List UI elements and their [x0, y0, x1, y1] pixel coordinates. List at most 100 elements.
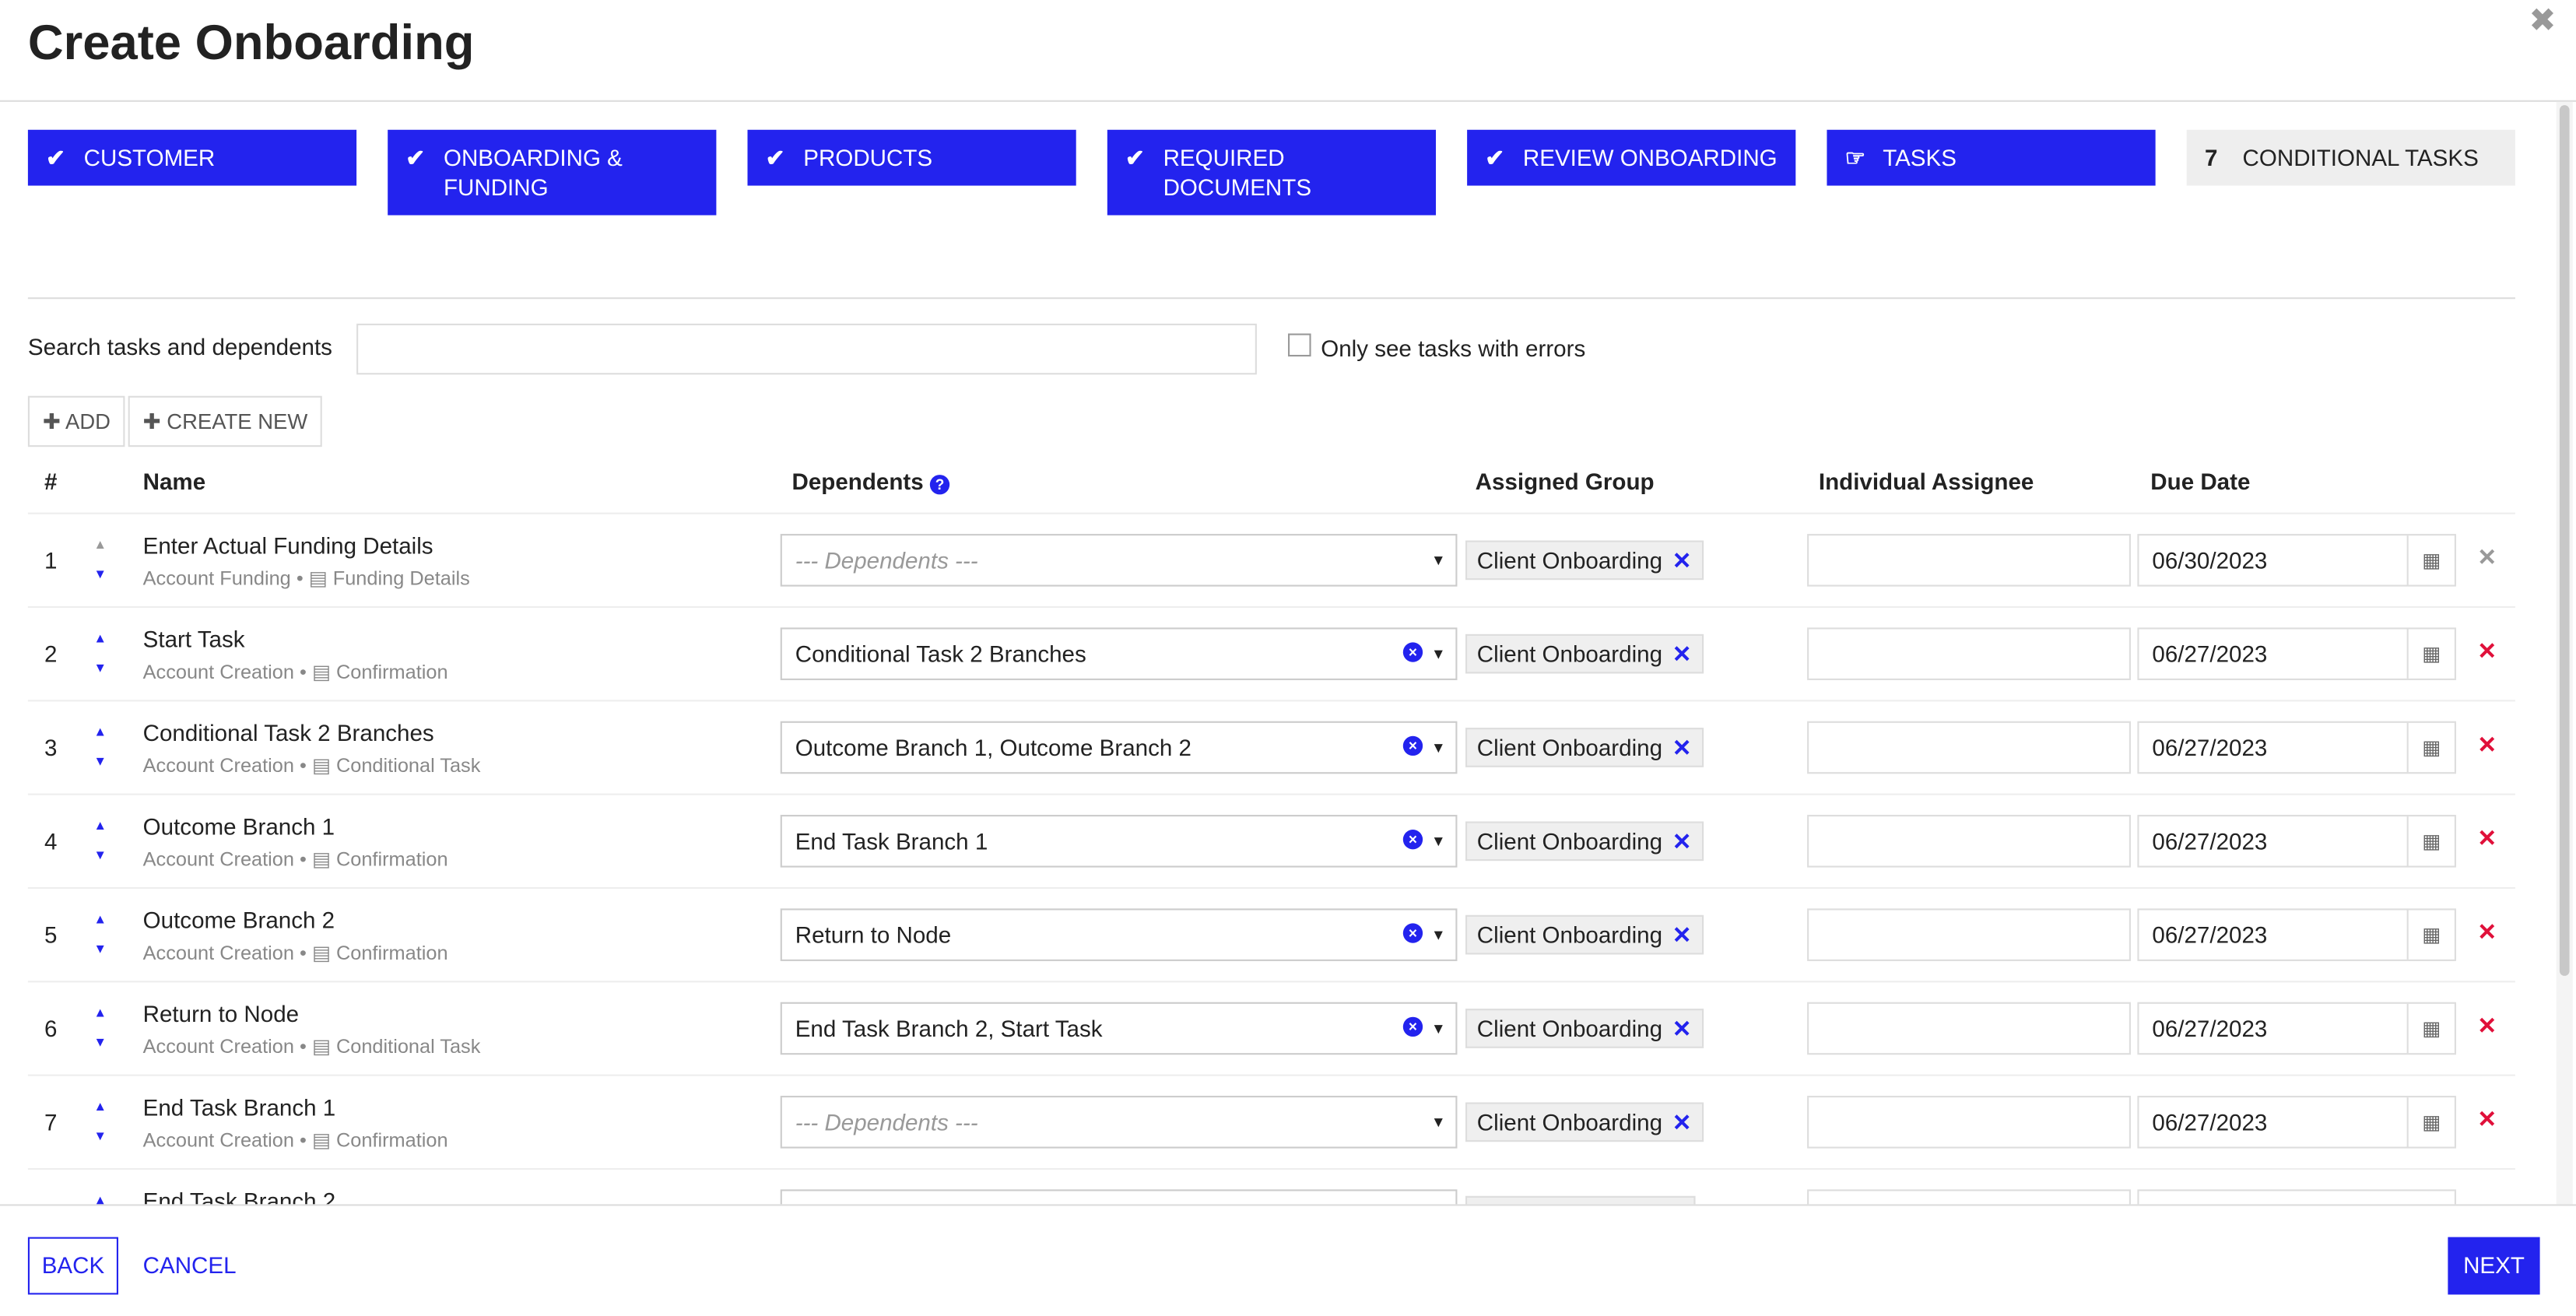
- step-review-onboarding[interactable]: ✔ REVIEW ONBOARDING: [1467, 129, 1796, 186]
- due-date-value: 06/27/2023: [2152, 827, 2268, 855]
- clear-icon[interactable]: ×: [1402, 830, 1423, 850]
- move-up-icon[interactable]: ▲: [93, 818, 107, 833]
- dependents-select[interactable]: End Task Branch 1 × ▼: [780, 815, 1458, 868]
- close-icon[interactable]: ✖: [2529, 0, 2556, 41]
- search-input[interactable]: [356, 323, 1257, 375]
- calendar-icon[interactable]: ▦: [2406, 816, 2455, 866]
- delete-icon[interactable]: ✕: [2477, 637, 2497, 665]
- due-date-input[interactable]: 06/27/2023 ▦: [2137, 1096, 2456, 1149]
- calendar-icon[interactable]: ▦: [2406, 910, 2455, 960]
- move-down-icon[interactable]: ▼: [93, 661, 107, 676]
- group-label: Client Onboarding: [1476, 546, 1663, 574]
- step-label: REQUIRED DOCUMENTS: [1163, 144, 1312, 201]
- delete-icon[interactable]: ✕: [2477, 544, 2497, 572]
- individual-assignee-input[interactable]: [1807, 1002, 2131, 1055]
- chevron-down-icon: ▼: [1430, 1019, 1446, 1037]
- calendar-icon[interactable]: ▦: [2406, 535, 2455, 585]
- move-down-icon[interactable]: ▼: [93, 848, 107, 862]
- step-onboarding-funding[interactable]: ✔ ONBOARDING & FUNDING: [388, 129, 717, 216]
- chevron-down-icon: ▼: [1430, 739, 1446, 756]
- delete-icon[interactable]: ✕: [2477, 825, 2497, 853]
- calendar-icon[interactable]: ▦: [2406, 722, 2455, 773]
- delete-icon[interactable]: ✕: [2477, 731, 2497, 759]
- next-button[interactable]: NEXT: [2448, 1237, 2540, 1295]
- remove-tag-icon[interactable]: ✕: [1672, 1109, 1692, 1135]
- due-date-input[interactable]: 06/27/2023 ▦: [2137, 721, 2456, 774]
- move-up-icon[interactable]: ▲: [93, 537, 107, 552]
- task-type: Conditional Task: [335, 753, 481, 777]
- clear-icon[interactable]: ×: [1402, 642, 1423, 662]
- individual-assignee-input[interactable]: [1807, 721, 2131, 774]
- scrollbar[interactable]: [2556, 101, 2573, 1206]
- scrollbar-thumb[interactable]: [2559, 105, 2570, 976]
- remove-tag-icon[interactable]: ✕: [1672, 547, 1692, 574]
- move-up-icon[interactable]: ▲: [93, 631, 107, 646]
- dependents-select[interactable]: Conditional Task 2 Branches × ▼: [780, 627, 1458, 680]
- remove-tag-icon[interactable]: ✕: [1672, 735, 1692, 761]
- form-icon: ▤: [311, 1128, 331, 1152]
- move-down-icon[interactable]: ▼: [93, 1128, 107, 1143]
- step-label: REVIEW ONBOARDING: [1522, 144, 1778, 171]
- move-up-icon[interactable]: ▲: [93, 725, 107, 739]
- due-date-input[interactable]: 06/27/2023 ▦: [2137, 1002, 2456, 1055]
- individual-assignee-input[interactable]: [1807, 908, 2131, 961]
- step-conditional-tasks[interactable]: 7 CONDITIONAL TASKS: [2186, 129, 2515, 186]
- dependents-select[interactable]: Outcome Branch 1, Outcome Branch 2 × ▼: [780, 721, 1458, 774]
- dependents-select[interactable]: Return to Node × ▼: [780, 908, 1458, 961]
- remove-tag-icon[interactable]: ✕: [1672, 640, 1692, 667]
- step-label: CONDITIONAL TASKS: [2242, 144, 2479, 171]
- assigned-group-tag: Client Onboarding ✕: [1465, 821, 1704, 862]
- individual-assignee-input[interactable]: [1807, 627, 2131, 680]
- assigned-group-tag: Client Onboarding ✕: [1465, 728, 1704, 767]
- due-date-input[interactable]: 06/27/2023 ▦: [2137, 908, 2456, 961]
- check-icon: ✔: [405, 144, 426, 171]
- dependents-select[interactable]: --- Dependents --- ▼: [780, 534, 1458, 587]
- individual-assignee-input[interactable]: [1807, 534, 2131, 587]
- clear-icon[interactable]: ×: [1402, 923, 1423, 943]
- due-date-input[interactable]: 06/27/2023 ▦: [2137, 627, 2456, 680]
- step-required-documents[interactable]: ✔ REQUIRED DOCUMENTS: [1107, 129, 1437, 216]
- add-button[interactable]: ✚ ADD: [27, 395, 125, 447]
- clear-icon[interactable]: ×: [1402, 1016, 1423, 1037]
- move-up-icon[interactable]: ▲: [93, 1099, 107, 1114]
- dependents-value: Outcome Branch 1, Outcome Branch 2: [795, 734, 1191, 761]
- col-individual-assignee: Individual Assignee: [1818, 468, 2034, 495]
- individual-assignee-input[interactable]: [1807, 1096, 2131, 1149]
- hand-pointer-icon: ☞: [1844, 144, 1866, 171]
- back-button[interactable]: BACK: [27, 1237, 118, 1295]
- remove-tag-icon[interactable]: ✕: [1672, 1016, 1692, 1042]
- move-up-icon[interactable]: ▲: [93, 912, 107, 927]
- errors-checkbox[interactable]: [1288, 333, 1311, 357]
- move-down-icon[interactable]: ▼: [93, 1035, 107, 1050]
- clear-icon[interactable]: ×: [1402, 735, 1423, 756]
- cancel-button[interactable]: CANCEL: [143, 1252, 237, 1279]
- move-down-icon[interactable]: ▼: [93, 942, 107, 956]
- calendar-icon[interactable]: ▦: [2406, 1097, 2455, 1147]
- dependents-select[interactable]: --- Dependents --- ▼: [780, 1096, 1458, 1149]
- delete-icon[interactable]: ✕: [2477, 1012, 2497, 1040]
- dependents-select[interactable]: End Task Branch 2, Start Task × ▼: [780, 1002, 1458, 1055]
- individual-assignee-input[interactable]: [1807, 815, 2131, 868]
- move-up-icon[interactable]: ▲: [93, 1005, 107, 1020]
- move-down-icon[interactable]: ▼: [93, 754, 107, 769]
- help-icon[interactable]: ?: [929, 475, 950, 495]
- table-row: 2 ▲ ▼ Start Task Account Creation • ▤ Con…: [27, 605, 2515, 701]
- due-date-input[interactable]: 06/30/2023 ▦: [2137, 534, 2456, 587]
- remove-tag-icon[interactable]: ✕: [1672, 921, 1692, 948]
- group-label: Client Onboarding: [1476, 1015, 1663, 1042]
- create-new-button[interactable]: ✚ CREATE NEW: [128, 395, 323, 447]
- move-down-icon[interactable]: ▼: [93, 567, 107, 581]
- delete-icon[interactable]: ✕: [2477, 918, 2497, 946]
- table-row: 5 ▲ ▼ Outcome Branch 2 Account Creation •…: [27, 886, 2515, 982]
- task-category: Account Creation: [142, 1034, 295, 1058]
- calendar-icon[interactable]: ▦: [2406, 1003, 2455, 1054]
- delete-icon[interactable]: ✕: [2477, 1106, 2497, 1134]
- form-icon: ▤: [311, 660, 331, 684]
- step-tasks[interactable]: ☞ TASKS: [1827, 129, 2156, 186]
- group-label: Client Onboarding: [1476, 640, 1663, 668]
- step-customer[interactable]: ✔ CUSTOMER: [27, 129, 357, 186]
- remove-tag-icon[interactable]: ✕: [1672, 828, 1692, 855]
- due-date-input[interactable]: 06/27/2023 ▦: [2137, 815, 2456, 868]
- calendar-icon[interactable]: ▦: [2406, 629, 2455, 679]
- step-products[interactable]: ✔ PRODUCTS: [747, 129, 1076, 186]
